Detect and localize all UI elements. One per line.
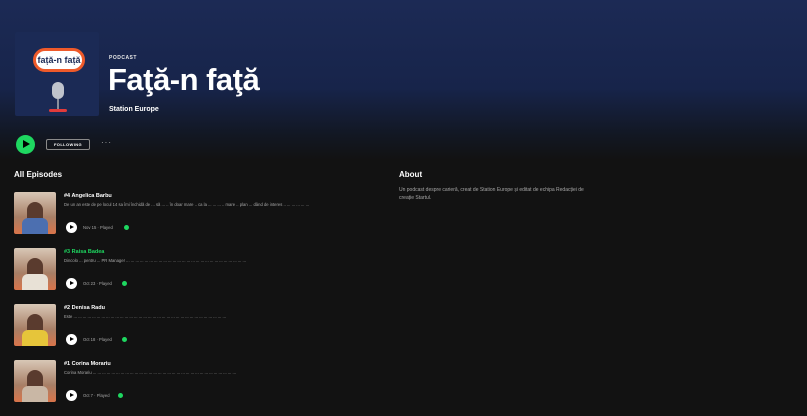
episode-row[interactable]: #1 Corina Morariu Corina Morariu ... ...… <box>14 358 379 410</box>
episode-description: Dincolo ... pentru ... PR Manager ... ..… <box>64 258 246 263</box>
episode-play-button[interactable] <box>66 334 77 345</box>
episode-thumbnail <box>14 248 56 290</box>
microphone-base <box>49 109 67 112</box>
played-indicator-icon <box>124 225 129 230</box>
guest-shirt <box>22 218 48 234</box>
all-episodes-heading: All Episodes <box>14 170 63 179</box>
episode-row[interactable]: #4 Angelica Barbu De un an este de pe lo… <box>14 190 379 242</box>
show-type-label: PODCAST <box>109 55 137 61</box>
microphone-icon <box>52 82 64 99</box>
episode-date-status: Nov 15 · Played <box>83 225 113 230</box>
microphone-stand <box>57 99 59 109</box>
episode-row[interactable]: #2 Denisa Radu Este ... ... ... ... ... … <box>14 302 379 354</box>
episode-play-button[interactable] <box>66 222 77 233</box>
episode-title[interactable]: #3 Raisa Badea <box>64 249 104 255</box>
played-indicator-icon <box>122 281 127 286</box>
episode-description: Este ... ... ... ... ... ... ... ... ...… <box>64 314 226 319</box>
episode-description: De un an este de pe locul 14 sa îmi înch… <box>64 202 310 207</box>
publisher-link[interactable]: Station Europe <box>109 106 159 113</box>
following-button[interactable]: FOLLOWING <box>46 139 90 150</box>
played-indicator-icon <box>122 337 127 342</box>
guest-shirt <box>22 386 48 402</box>
episode-title[interactable]: #1 Corina Morariu <box>64 361 111 367</box>
episode-date-status: Oct 7 · Played <box>83 393 110 398</box>
cover-logo-text: față-n față <box>33 48 85 72</box>
guest-shirt <box>22 274 48 290</box>
episode-date-status: Oct 23 · Played <box>83 281 112 286</box>
episode-row[interactable]: #3 Raisa Badea Dincolo ... pentru ... PR… <box>14 246 379 298</box>
episode-thumbnail <box>14 304 56 346</box>
podcast-cover-image: față-n față <box>15 32 99 116</box>
episode-description: Corina Morariu ... ... ... ... ... ... .… <box>64 370 236 375</box>
episode-title[interactable]: #4 Angelica Barbu <box>64 193 112 199</box>
episode-thumbnail <box>14 192 56 234</box>
guest-shirt <box>22 330 48 346</box>
episode-date-status: Oct 18 · Played <box>83 337 112 342</box>
episode-play-button[interactable] <box>66 390 77 401</box>
more-options-icon[interactable]: ··· <box>101 138 112 147</box>
episode-thumbnail <box>14 360 56 402</box>
episode-title[interactable]: #2 Denisa Radu <box>64 305 105 311</box>
about-description: Un podcast despre carieră, creat de Stat… <box>399 187 584 201</box>
play-button[interactable] <box>16 135 35 154</box>
played-indicator-icon <box>118 393 123 398</box>
episode-play-button[interactable] <box>66 278 77 289</box>
about-heading: About <box>399 170 423 179</box>
page-title: Faţă-n faţă <box>108 62 260 97</box>
